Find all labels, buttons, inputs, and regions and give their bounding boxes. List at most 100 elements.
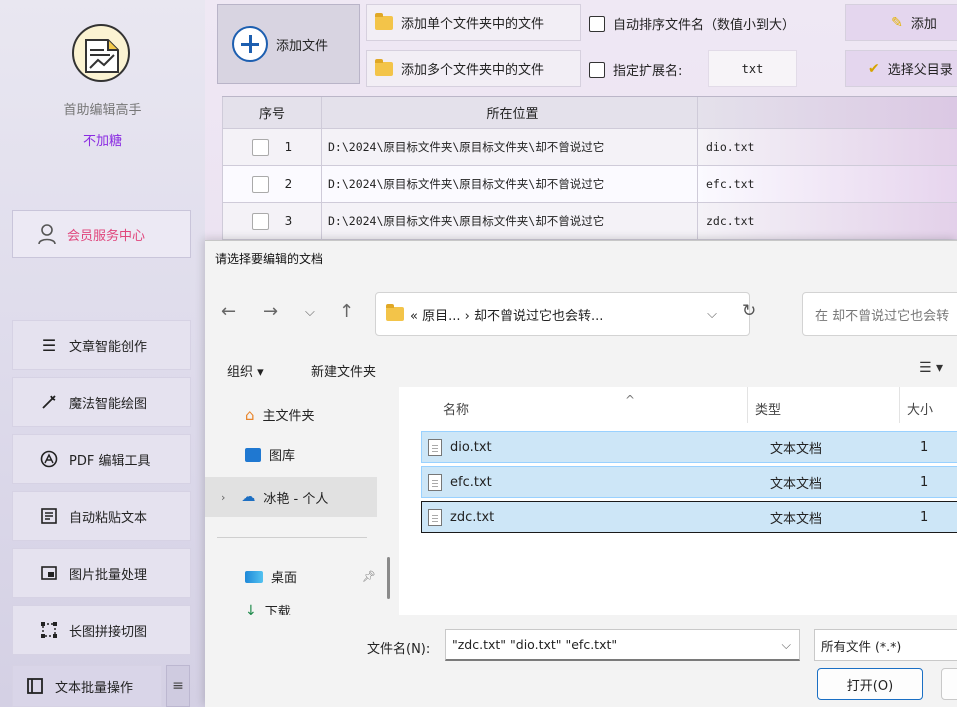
chevron-down-icon[interactable]: ⌵	[305, 305, 315, 320]
text-file-icon	[428, 508, 442, 526]
column-size[interactable]: 大小	[907, 399, 933, 418]
home-icon: ⌂	[245, 405, 255, 424]
sidebar-item-long-image[interactable]: 长图拼接切图	[12, 605, 191, 655]
row-index: 3	[284, 214, 293, 228]
forward-arrow-icon[interactable]: →	[263, 301, 278, 322]
choose-parent-button[interactable]: ✔ 选择父目录	[845, 50, 957, 87]
specify-ext-checkbox[interactable]	[589, 61, 605, 78]
row-checkbox[interactable]	[251, 138, 269, 156]
specify-ext-label: 指定扩展名:	[613, 64, 683, 79]
sidebar-item-label: 长图拼接切图	[69, 624, 148, 640]
address-bar[interactable]: « 原目... › 却不曾说过它也会转... ⌵	[375, 292, 750, 336]
file-size: 1	[920, 474, 929, 490]
table-row[interactable]: 3 D:\2024\原目标文件夹\原目标文件夹\却不曾说过它 zdc.txt	[222, 203, 957, 240]
sidebar-item-label: 魔法智能绘图	[69, 396, 148, 412]
file-table: 序号 所在位置 1 D:\2024\原目标文件夹\原目标文件夹\却不曾说过它 d…	[222, 96, 957, 240]
add-single-folder-button[interactable]: 添加单个文件夹中的文件	[366, 4, 581, 41]
search-input[interactable]: 在 却不曾说过它也会转	[802, 292, 957, 336]
sort-up-icon: ^	[625, 393, 636, 407]
view-options-icon[interactable]: ☰ ▾	[919, 360, 943, 376]
nav-desktop-label: 桌面	[271, 571, 298, 586]
column-divider	[747, 387, 748, 423]
new-folder-button[interactable]: 新建文件夹	[311, 361, 376, 380]
auto-sort-label: 自动排序文件名（数值小到大）	[613, 18, 796, 33]
chevron-right-icon: ›	[221, 490, 226, 504]
app-name: 首助编辑高手	[63, 103, 142, 118]
chevron-down-icon[interactable]: ⌵	[782, 637, 791, 653]
table-header: 序号 所在位置	[222, 96, 957, 129]
pencil-icon: ✎	[891, 14, 903, 31]
sidebar-item-article-creation[interactable]: ☰ 文章智能创作	[12, 320, 191, 370]
nav-gallery[interactable]: 图库	[245, 445, 295, 464]
column-divider	[899, 387, 900, 423]
plus-circle-icon	[232, 26, 268, 62]
file-type: 文本文档	[770, 441, 823, 457]
table-row[interactable]: 1 D:\2024\原目标文件夹\原目标文件夹\却不曾说过它 dio.txt	[222, 129, 957, 166]
nav-desktop[interactable]: 桌面	[245, 567, 297, 586]
organize-menu[interactable]: 组织 ▾	[227, 361, 264, 380]
cloud-icon: ☁	[241, 489, 256, 505]
folder-icon	[375, 58, 393, 76]
pin-icon[interactable]: 📌︎	[362, 570, 376, 583]
row-filename: dio.txt	[698, 129, 957, 165]
file-type: 文本文档	[770, 476, 823, 492]
sidebar-item-auto-paste[interactable]: 自动粘贴文本	[12, 491, 191, 541]
row-checkbox[interactable]	[251, 175, 269, 193]
add-file-button[interactable]: 添加文件	[217, 4, 360, 84]
nav-cloud[interactable]: › ☁ 冰艳 - 个人	[205, 477, 377, 517]
navigation-pane: ⌂ 主文件夹 图库 › ☁ 冰艳 - 个人 桌面 📌︎ ↓ 下载	[205, 387, 398, 615]
table-row[interactable]: 2 D:\2024\原目标文件夹\原目标文件夹\却不曾说过它 efc.txt	[222, 166, 957, 203]
add-partial-button[interactable]: ✎ 添加	[845, 4, 957, 41]
add-multi-folder-button[interactable]: 添加多个文件夹中的文件	[366, 50, 581, 87]
file-name: efc.txt	[450, 474, 492, 490]
file-list: 名称 ^ 类型 大小 dio.txt 文本文档 1 efc.txt 文本文档 1…	[399, 387, 957, 615]
file-item[interactable]: efc.txt 文本文档 1	[421, 466, 957, 498]
file-type-filter[interactable]: 所有文件 (*.*)	[814, 629, 957, 661]
cancel-button[interactable]	[941, 668, 957, 700]
open-file-dialog: 请选择要编辑的文档 ← → ⌵ ↑ « 原目... › 却不曾说过它也会转...…	[205, 240, 957, 707]
folder-icon	[386, 304, 404, 321]
sidebar-item-pdf-tools[interactable]: PDF 编辑工具	[12, 434, 191, 484]
open-button[interactable]: 打开(O)	[817, 668, 923, 700]
auto-sort-option[interactable]: 自动排序文件名（数值小到大）	[589, 14, 795, 33]
filename-value: "zdc.txt" "dio.txt" "efc.txt"	[452, 637, 618, 652]
file-name: dio.txt	[450, 439, 492, 455]
sidebar-item-image-batch[interactable]: 图片批量处理	[12, 548, 191, 598]
nav-gallery-label: 图库	[269, 449, 296, 464]
sidebar-item-text-batch[interactable]: 文本批量操作	[12, 665, 162, 707]
member-center-button[interactable]: 会员服务中心	[12, 210, 191, 258]
nav-home-label: 主文件夹	[262, 409, 315, 424]
specify-ext-option[interactable]: 指定扩展名:	[589, 60, 682, 79]
row-filename: zdc.txt	[698, 203, 957, 239]
file-item[interactable]: zdc.txt 文本文档 1	[421, 501, 957, 533]
column-type[interactable]: 类型	[755, 399, 781, 418]
row-checkbox[interactable]	[251, 212, 269, 230]
row-index-cell: 3	[222, 203, 322, 239]
nav-home[interactable]: ⌂ 主文件夹	[245, 405, 315, 425]
back-arrow-icon[interactable]: ←	[221, 301, 236, 322]
file-item[interactable]: dio.txt 文本文档 1	[421, 431, 957, 463]
dialog-footer: 文件名(N): "zdc.txt" "dio.txt" "efc.txt" ⌵ …	[205, 615, 957, 707]
desktop-icon	[245, 570, 263, 583]
nav-scrollbar[interactable]	[387, 557, 390, 599]
header-index: 序号	[222, 97, 322, 128]
sidebar-item-label: 文章智能创作	[69, 339, 148, 355]
folder-icon	[375, 12, 393, 30]
sidebar-item-magic-drawing[interactable]: 魔法智能绘图	[12, 377, 191, 427]
refresh-icon[interactable]: ↻	[742, 301, 756, 321]
file-size: 1	[920, 439, 929, 455]
filename-input[interactable]: "zdc.txt" "dio.txt" "efc.txt" ⌵	[445, 629, 800, 661]
nav-downloads-label: 下载	[264, 605, 291, 615]
chevron-down-icon[interactable]: ⌵	[707, 307, 717, 322]
text-file-icon	[428, 438, 442, 456]
nav-downloads[interactable]: ↓ 下载	[245, 601, 291, 616]
pdf-icon	[39, 449, 59, 469]
menu-toggle-button[interactable]: ≡	[166, 665, 190, 707]
extension-input[interactable]: txt	[708, 50, 797, 87]
sidebar-item-label: 图片批量处理	[69, 567, 148, 583]
check-badge-icon: ✔	[868, 60, 880, 77]
up-arrow-icon[interactable]: ↑	[339, 301, 354, 322]
column-name-label: 名称	[443, 403, 470, 418]
column-name[interactable]: 名称 ^	[443, 393, 635, 418]
auto-sort-checkbox[interactable]	[589, 15, 605, 32]
